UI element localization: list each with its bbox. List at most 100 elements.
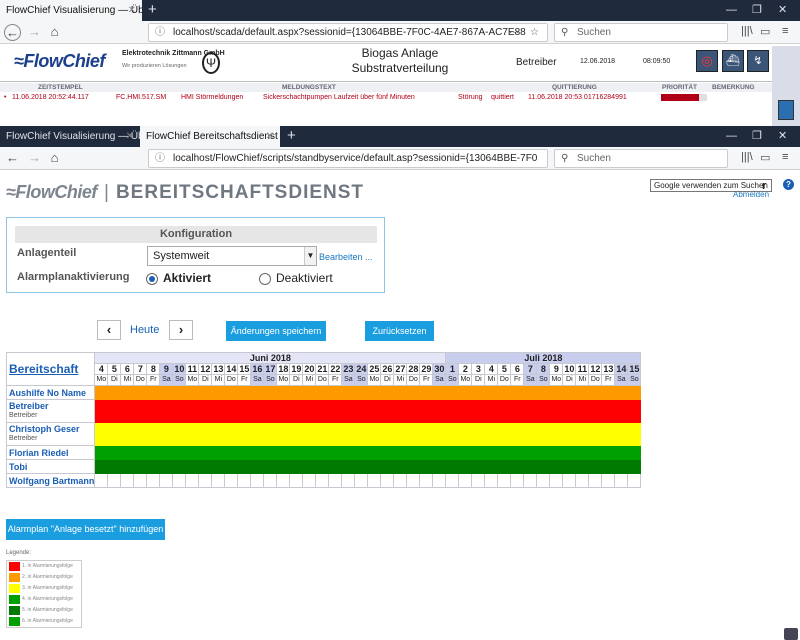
schedule-cell[interactable] <box>328 445 343 460</box>
close-icon[interactable]: ✕ <box>128 0 136 21</box>
schedule-cell[interactable] <box>601 473 616 488</box>
schedule-cell[interactable] <box>575 473 590 488</box>
schedule-cell[interactable] <box>185 445 200 460</box>
schedule-cell[interactable] <box>276 459 291 474</box>
schedule-cell[interactable] <box>549 385 564 400</box>
browser1-tab[interactable]: FlowChief Visualisierung — Übersic✕ <box>0 0 142 21</box>
schedule-cell[interactable] <box>393 385 408 400</box>
schedule-cell[interactable] <box>172 399 187 423</box>
schedule-cell[interactable] <box>237 445 252 460</box>
schedule-cell[interactable] <box>380 399 395 423</box>
schedule-cell[interactable] <box>159 399 174 423</box>
schedule-cell[interactable] <box>250 422 265 446</box>
schedule-cell[interactable] <box>263 459 278 474</box>
schedule-cell[interactable] <box>458 445 473 460</box>
schedule-cell[interactable] <box>536 422 551 446</box>
schedule-cell[interactable] <box>588 385 603 400</box>
schedule-cell[interactable] <box>341 459 356 474</box>
wave-icon[interactable]: ↯ <box>747 50 769 72</box>
schedule-cell[interactable] <box>627 473 642 488</box>
schedule-cell[interactable] <box>406 459 421 474</box>
schedule-cell[interactable] <box>601 399 616 423</box>
schedule-cell[interactable] <box>406 385 421 400</box>
schedule-cell[interactable] <box>458 473 473 488</box>
prev-button[interactable]: ‹ <box>97 320 121 340</box>
new-tab-icon[interactable]: + <box>148 0 157 20</box>
schedule-cell[interactable] <box>237 399 252 423</box>
schedule-cell[interactable] <box>445 399 460 423</box>
reset-button[interactable]: Zurücksetzen <box>365 321 434 341</box>
address-bar[interactable]: ⓘ localhost/FlowChief/scripts/standbyserv… <box>148 149 548 168</box>
edit-link[interactable]: Bearbeiten ... <box>319 252 373 262</box>
browser2-tab1[interactable]: FlowChief Visualisierung — Übersic✕ <box>0 126 140 147</box>
schedule-cell[interactable] <box>562 385 577 400</box>
schedule-cell[interactable] <box>367 399 382 423</box>
schedule-cell[interactable] <box>133 473 148 488</box>
next-button[interactable]: › <box>169 320 193 340</box>
schedule-cell[interactable] <box>497 473 512 488</box>
schedule-cell[interactable] <box>419 473 434 488</box>
schedule-cell[interactable] <box>159 459 174 474</box>
schedule-cell[interactable] <box>523 422 538 446</box>
schedule-cell[interactable] <box>588 422 603 446</box>
schedule-cell[interactable] <box>341 445 356 460</box>
schedule-cell[interactable] <box>354 473 369 488</box>
schedule-cell[interactable] <box>367 422 382 446</box>
schedule-cell[interactable] <box>471 473 486 488</box>
logout-link[interactable]: Abmelden <box>733 190 769 199</box>
sidebar-icon[interactable]: ▭ <box>760 151 770 164</box>
schedule-cell[interactable] <box>562 459 577 474</box>
schedule-cell[interactable] <box>328 399 343 423</box>
schedule-cell[interactable] <box>146 399 161 423</box>
schedule-cell[interactable] <box>224 445 239 460</box>
forward-icon[interactable]: → <box>26 24 43 41</box>
schedule-cell[interactable] <box>198 385 213 400</box>
schedule-cell[interactable] <box>185 399 200 423</box>
schedule-cell[interactable] <box>419 422 434 446</box>
schedule-cell[interactable] <box>354 399 369 423</box>
schedule-cell[interactable] <box>562 399 577 423</box>
schedule-cell[interactable] <box>289 473 304 488</box>
minimize-icon[interactable]: — <box>726 0 737 21</box>
schedule-cell[interactable] <box>458 422 473 446</box>
schedule-cell[interactable] <box>601 445 616 460</box>
schedule-cell[interactable] <box>614 399 629 423</box>
schedule-cell[interactable] <box>185 459 200 474</box>
schedule-cell[interactable] <box>601 422 616 446</box>
schedule-cell[interactable] <box>601 385 616 400</box>
schedule-cell[interactable] <box>562 422 577 446</box>
radio-aktiviert[interactable] <box>146 273 158 285</box>
menu-icon[interactable]: ≡ <box>782 25 788 37</box>
schedule-cell[interactable] <box>198 459 213 474</box>
schedule-cell[interactable] <box>575 399 590 423</box>
schedule-cell[interactable] <box>302 385 317 400</box>
person-name[interactable]: Betreiber Betreiber <box>5 399 96 423</box>
schedule-cell[interactable] <box>94 385 109 400</box>
back-icon[interactable]: ← <box>4 150 21 167</box>
schedule-cell[interactable] <box>523 399 538 423</box>
schedule-cell[interactable] <box>354 385 369 400</box>
screen-icon[interactable] <box>778 100 794 120</box>
person-name[interactable]: Aushilfe No Name <box>5 385 96 400</box>
schedule-cell[interactable] <box>133 459 148 474</box>
schedule-cell[interactable] <box>601 459 616 474</box>
schedule-cell[interactable] <box>458 459 473 474</box>
home-icon[interactable]: ⌂ <box>46 24 63 41</box>
back-icon[interactable]: ← <box>4 24 21 41</box>
schedule-cell[interactable] <box>484 399 499 423</box>
schedule-cell[interactable] <box>341 385 356 400</box>
schedule-cell[interactable] <box>575 445 590 460</box>
schedule-cell[interactable] <box>315 422 330 446</box>
schedule-cell[interactable] <box>302 445 317 460</box>
alarm-bell-icon[interactable]: ◎ <box>696 50 718 72</box>
schedule-cell[interactable] <box>393 473 408 488</box>
schedule-cell[interactable] <box>198 473 213 488</box>
schedule-cell[interactable] <box>120 399 135 423</box>
schedule-cell[interactable] <box>575 459 590 474</box>
schedule-cell[interactable] <box>302 422 317 446</box>
schedule-cell[interactable] <box>458 385 473 400</box>
schedule-cell[interactable] <box>627 445 642 460</box>
menu-icon[interactable]: ≡ <box>782 151 788 163</box>
schedule-cell[interactable] <box>627 399 642 423</box>
ship-icon[interactable]: ⛴ <box>722 50 744 72</box>
